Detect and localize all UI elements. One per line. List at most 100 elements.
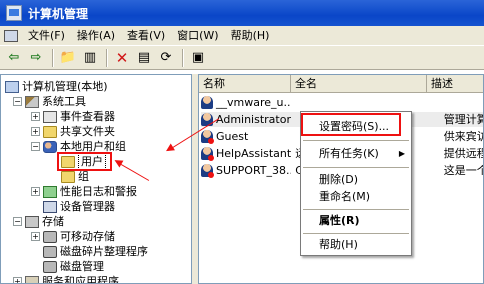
tree-label: 设备管理器 xyxy=(60,200,115,213)
removable-storage-icon xyxy=(43,230,57,243)
menu-item-all-tasks[interactable]: 所有任务(K) ▶ xyxy=(301,145,411,163)
defrag-icon xyxy=(43,245,57,258)
collapse-icon[interactable]: − xyxy=(31,142,40,151)
expand-icon[interactable]: + xyxy=(31,112,40,121)
tree-node-system-tools[interactable]: − 系统工具 xyxy=(13,94,86,109)
menu-window[interactable]: 窗口(W) xyxy=(171,27,224,45)
user-fullname xyxy=(291,95,374,110)
services-icon xyxy=(25,275,39,283)
show-tree-icon[interactable]: ▥ xyxy=(80,48,100,68)
collapse-icon[interactable]: − xyxy=(13,97,22,106)
title-bar: 计算机管理 xyxy=(0,0,484,26)
user-description: 这是一个 xyxy=(443,164,484,177)
highlight-box-users xyxy=(57,152,112,171)
tree-label: 事件查看器 xyxy=(60,110,115,123)
user-name: SUPPORT_38... xyxy=(216,164,292,177)
disabled-user-icon xyxy=(201,130,214,144)
up-folder-icon[interactable]: 📁 xyxy=(58,48,78,68)
tree-node-removable[interactable]: + 可移动存储 xyxy=(31,229,115,244)
tree-label: 存储 xyxy=(42,215,64,228)
user-description: 提供远程 xyxy=(443,147,484,160)
menu-item-help[interactable]: 帮助(H) xyxy=(301,236,411,254)
menu-item-delete[interactable]: 删除(D) xyxy=(301,171,411,189)
column-header-description[interactable]: 描述 xyxy=(427,75,483,93)
menu-item-properties[interactable]: 属性(R) xyxy=(301,212,411,230)
tree-node-device-manager[interactable]: 设备管理器 xyxy=(43,199,115,214)
menu-action[interactable]: 操作(A) xyxy=(71,27,121,45)
user-name: HelpAssistant xyxy=(216,147,292,160)
tree-label: 性能日志和警报 xyxy=(60,185,137,198)
tree-label: 共享文件夹 xyxy=(60,125,115,138)
console-tree[interactable]: 计算机管理(本地) − 系统工具 + 事件查看器 + 共享文件夹 − 本地用户和… xyxy=(0,74,192,284)
toolbar-separator xyxy=(52,48,54,67)
menu-bar: 文件(F) 操作(A) 查看(V) 窗口(W) 帮助(H) xyxy=(0,26,484,46)
event-viewer-icon xyxy=(43,110,57,123)
user-description: 管理计算 xyxy=(443,113,484,126)
user-name: __vmware_u... xyxy=(216,96,292,109)
help-icon[interactable]: ▣ xyxy=(188,48,208,68)
menu-file[interactable]: 文件(F) xyxy=(22,27,71,45)
toolbar-separator xyxy=(182,48,184,67)
tree-label: 可移动存储 xyxy=(60,230,115,243)
tree-label: 计算机管理(本地) xyxy=(22,80,108,93)
user-description: 供来宾访 xyxy=(443,130,484,143)
users-group-icon xyxy=(43,140,57,153)
tree-label: 磁盘管理 xyxy=(60,260,104,273)
delete-x-icon[interactable]: ✕ xyxy=(112,48,132,68)
disabled-user-icon xyxy=(201,164,214,178)
menu-separator xyxy=(303,140,409,141)
tree-node-groups[interactable]: 组 xyxy=(61,169,89,184)
disabled-user-icon xyxy=(201,147,214,161)
properties-icon[interactable]: ▤ xyxy=(134,48,154,68)
performance-icon xyxy=(43,185,57,198)
shared-folder-icon xyxy=(43,125,57,138)
computer-icon xyxy=(5,80,19,93)
user-icon xyxy=(201,96,213,109)
menu-separator xyxy=(303,167,409,168)
expand-icon[interactable]: + xyxy=(31,187,40,196)
submenu-arrow-icon: ▶ xyxy=(398,149,405,158)
tree-label: 磁盘碎片整理程序 xyxy=(60,245,148,258)
tools-icon xyxy=(25,95,39,108)
column-header-fullname[interactable]: 全名 xyxy=(291,75,427,93)
back-arrow-icon[interactable]: ⇦ xyxy=(4,48,24,68)
highlight-box-set-password xyxy=(301,113,401,136)
computer-management-icon xyxy=(6,5,22,21)
menu-separator xyxy=(303,233,409,234)
system-menu-icon[interactable] xyxy=(4,29,18,42)
disk-management-icon xyxy=(43,260,57,273)
expand-icon[interactable]: + xyxy=(31,232,40,241)
tree-node-services[interactable]: + 服务和应用程序 xyxy=(13,274,119,284)
tree-node-disk-mgmt[interactable]: 磁盘管理 xyxy=(43,259,104,274)
tree-node-event-viewer[interactable]: + 事件查看器 xyxy=(31,109,115,124)
tree-label: 服务和应用程序 xyxy=(42,275,119,284)
menu-item-label: 所有任务(K) xyxy=(319,147,379,160)
folder-icon xyxy=(61,170,75,183)
collapse-icon[interactable]: − xyxy=(13,217,22,226)
tree-node-defrag[interactable]: 磁盘碎片整理程序 xyxy=(43,244,148,259)
menu-item-rename[interactable]: 重命名(M) xyxy=(301,188,411,206)
expand-icon[interactable]: + xyxy=(31,127,40,136)
refresh-icon[interactable]: ⟳ xyxy=(156,48,176,68)
user-description xyxy=(426,95,483,110)
storage-icon xyxy=(25,215,39,228)
window-title: 计算机管理 xyxy=(28,6,89,21)
forward-arrow-icon[interactable]: ⇨ xyxy=(26,48,46,68)
user-name: Administrator xyxy=(216,113,291,126)
tree-label: 系统工具 xyxy=(42,95,86,108)
user-name: Guest xyxy=(216,130,249,143)
menu-help[interactable]: 帮助(H) xyxy=(225,27,276,45)
device-manager-icon xyxy=(43,200,57,213)
list-header: 名称 全名 描述 xyxy=(199,75,483,93)
toolbar-separator xyxy=(106,48,108,67)
table-row[interactable]: __vmware_u... xyxy=(201,95,483,110)
tree-node-root[interactable]: 计算机管理(本地) xyxy=(5,79,108,94)
column-header-name[interactable]: 名称 xyxy=(199,75,291,93)
tree-node-shared-folders[interactable]: + 共享文件夹 xyxy=(31,124,115,139)
expand-icon[interactable]: + xyxy=(13,277,22,283)
tree-node-perf-logs[interactable]: + 性能日志和警报 xyxy=(31,184,137,199)
menu-view[interactable]: 查看(V) xyxy=(121,27,171,45)
toolbar: ⇦ ⇨ 📁 ▥ ✕ ▤ ⟳ ▣ xyxy=(0,46,484,70)
tree-node-storage[interactable]: − 存储 xyxy=(13,214,64,229)
tree-label: 组 xyxy=(78,170,89,183)
